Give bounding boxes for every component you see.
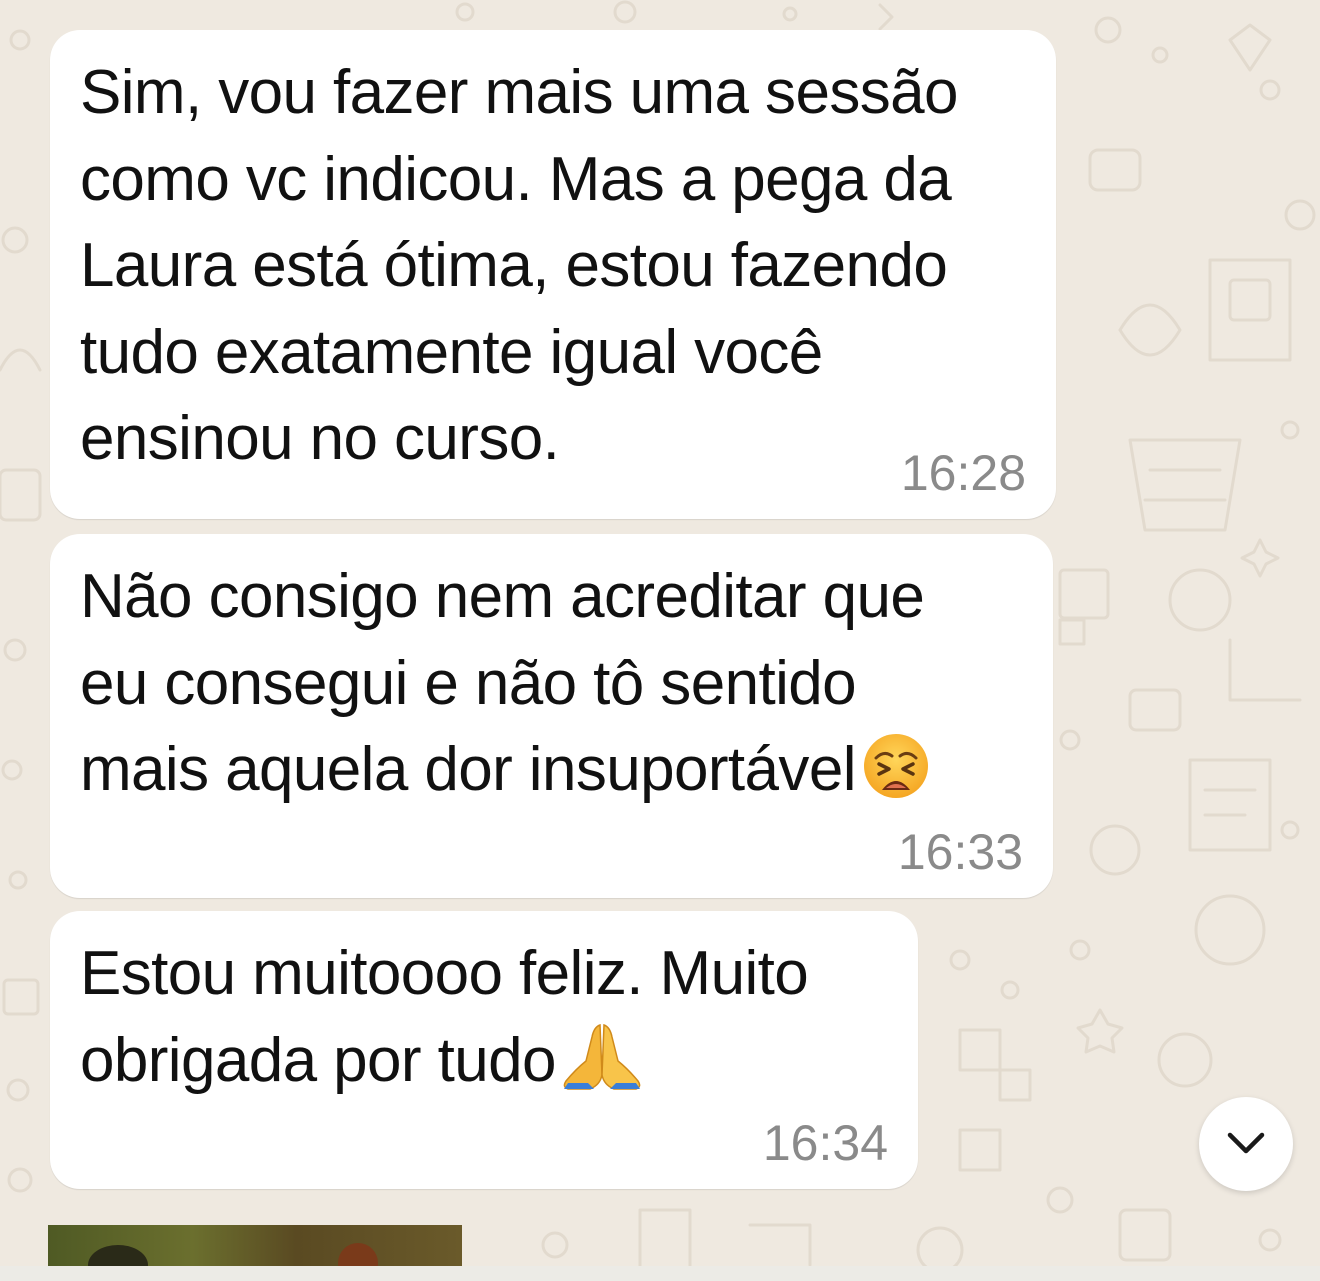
message-line-with-emoji: obrigada por tudo	[80, 1018, 808, 1115]
message-bubble[interactable]: Não consigo nem acreditar que eu consegu…	[50, 534, 1053, 898]
message-line: mais aquela dor insuportável	[80, 735, 856, 804]
message-bubble[interactable]: Sim, vou fazer mais uma sessão como vc i…	[50, 30, 1056, 519]
message-bubble[interactable]: Estou muitoooo feliz. Muito obrigada por…	[50, 911, 918, 1189]
message-line: Sim, vou fazer mais uma sessão	[80, 58, 958, 127]
message-line: eu consegui e não tô sentido	[80, 648, 857, 718]
message-line: Não consigo nem acreditar que	[80, 562, 925, 631]
weary-face-emoji	[862, 732, 930, 824]
message-line: obrigada por tudo	[80, 1025, 556, 1095]
folded-hands-emoji	[562, 1019, 642, 1115]
message-line-with-emoji: mais aquela dor insuportável	[80, 727, 930, 824]
chat-area[interactable]: Sim, vou fazer mais uma sessão como vc i…	[0, 0, 1320, 1281]
message-text: Não consigo nem acreditar que eu consegu…	[80, 554, 930, 824]
image-thumbnail[interactable]	[48, 1225, 462, 1267]
message-line: ensinou no curso.	[80, 404, 560, 473]
image-content	[88, 1245, 148, 1267]
message-text: Estou muitoooo feliz. Muito obrigada por…	[80, 931, 809, 1115]
chevron-down-icon	[1224, 1127, 1268, 1162]
message-line: Estou muitoooo feliz. Muito	[80, 939, 809, 1008]
message-line: tudo exatamente igual você	[80, 317, 823, 387]
message-line: como vc indicou. Mas a pega da	[80, 144, 952, 214]
message-line: Laura está ótima, estou fazendo	[80, 231, 948, 300]
message-timestamp: 16:34	[762, 1115, 888, 1171]
message-text: Sim, vou fazer mais uma sessão como vc i…	[80, 50, 958, 483]
scroll-to-bottom-button[interactable]	[1199, 1097, 1293, 1191]
message-timestamp: 16:33	[897, 824, 1023, 880]
image-content	[338, 1243, 378, 1267]
bottom-edge	[0, 1266, 1320, 1281]
message-timestamp: 16:28	[900, 445, 1026, 501]
